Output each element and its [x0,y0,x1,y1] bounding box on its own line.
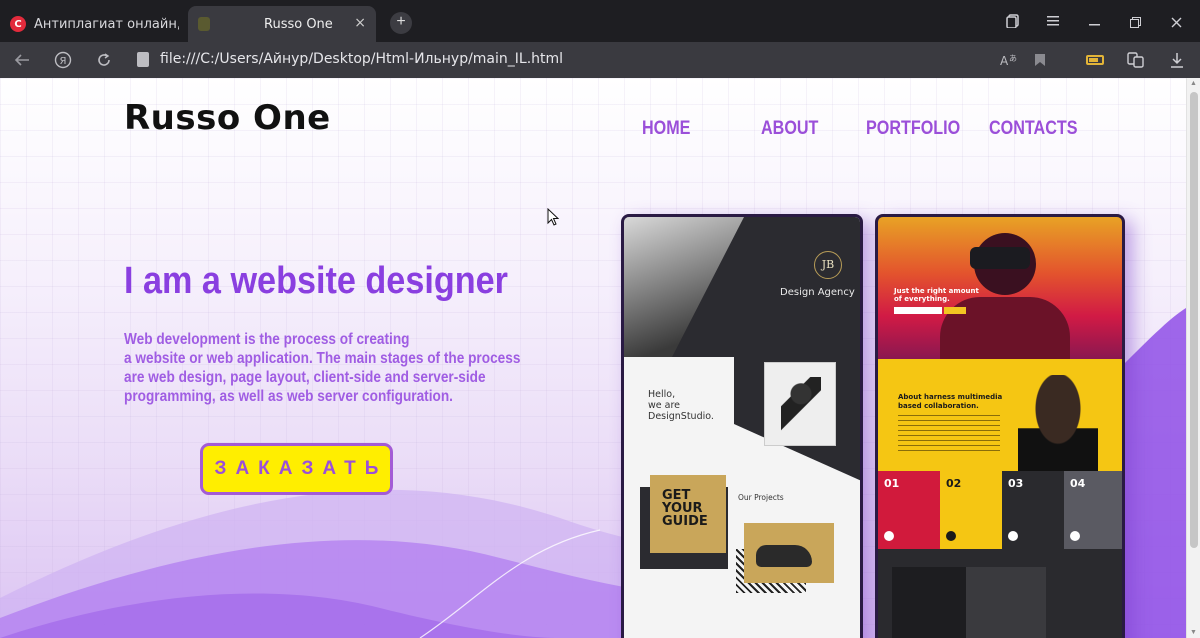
minimize-icon[interactable] [1089,24,1100,26]
back-arrow-icon[interactable] [14,53,30,67]
agency-logo-badge: JB [814,251,842,279]
man-portrait [1018,375,1098,471]
card2-body-text-lines [898,415,1000,451]
new-tab-button[interactable]: + [390,12,412,34]
reload-icon[interactable] [96,52,112,68]
page-viewport: Russo One HOME ABOUT PORTFOLIO CONTACTS … [0,78,1200,638]
tab-antiplagiat[interactable]: С Антиплагиат онлайн, про [0,6,187,42]
our-projects-label: Our Projects [738,493,784,502]
dancer-photo [764,362,836,446]
hero-title: I am a website designer [124,260,508,302]
menu-icon[interactable] [1047,16,1059,26]
feature-column: 04 [1064,471,1122,549]
svg-text:あ: あ [1009,54,1017,63]
feature-column: 03 [1002,471,1064,549]
address-bar: Я file:///C:/Users/Айнур/Desktop/Html-Ил… [0,42,1200,78]
portfolio-card-design-agency[interactable]: JB Design Agency Hello, we are DesignStu… [621,214,863,638]
mouse-cursor-icon [547,208,560,226]
guide-line: GUIDE [662,514,708,529]
site-logo[interactable]: Russo One [124,98,331,138]
battery-saver-icon[interactable] [1086,55,1104,65]
portfolio-card-multimedia[interactable]: Just the right amount of everything. Abo… [875,214,1125,638]
close-window-icon[interactable] [1171,17,1182,28]
hero-text-line: are web design, page layout, client-side… [124,369,486,386]
nav-portfolio[interactable]: PORTFOLIO [866,118,960,140]
agency-title: Design Agency [780,287,855,298]
card2-hero-line: of everything. [894,295,950,303]
scroll-down-icon[interactable]: ▼ [1190,629,1197,636]
hero-text-line: Web development is the process of creati… [124,331,410,348]
yandex-icon[interactable]: Я [54,51,72,69]
card2-submit-button [944,307,966,314]
card2-section-line: About harness multimedia [898,393,1003,401]
get-your-guide-block: GET YOUR GUIDE [650,475,726,553]
close-tab-icon[interactable]: × [354,15,366,31]
sneaker-image [744,523,834,583]
hello-line: Hello, [648,389,676,400]
scrollbar-thumb[interactable] [1190,92,1198,548]
svg-text:Я: Я [60,56,67,67]
hello-text: Hello, we are DesignStudio. [648,389,714,422]
url-field[interactable]: file:///C:/Users/Айнур/Desktop/Html-Ильн… [160,51,563,67]
hero-text-line: a website or web application. The main s… [124,350,521,367]
download-icon[interactable] [1170,52,1184,68]
hello-line: DesignStudio. [648,411,714,422]
file-icon [137,52,149,67]
card2-section-line: based collaboration. [898,402,979,410]
translate-icon[interactable]: A あ [1000,52,1018,68]
page-scrollbar[interactable]: ▲ ▼ [1186,78,1200,638]
feature-column: 02 [940,471,1002,549]
bookmark-icon[interactable] [1034,53,1046,67]
nav-home[interactable]: HOME [642,118,690,140]
nav-about[interactable]: ABOUT [761,118,818,140]
svg-text:A: A [1000,54,1009,68]
feature-column: 01 [878,471,940,549]
card2-email-input [894,307,942,314]
hello-line: we are [648,400,680,411]
vr-headset-icon [970,247,1030,269]
browser-tab-bar: С Антиплагиат онлайн, про Russo One × + [0,0,1200,42]
tab-russo-one[interactable]: Russo One × [188,6,376,42]
scroll-up-icon[interactable]: ▲ [1190,80,1197,87]
hero-description: Web development is the process of creati… [124,330,521,406]
hero-text-line: programming, as well as web server confi… [124,388,453,405]
extensions-icon[interactable] [1127,52,1145,68]
tab-title: Russo One [264,16,333,32]
card2-hero-text: Just the right amount of everything. [894,287,979,303]
page-favicon-icon [198,17,210,31]
card2-hero-line: Just the right amount [894,287,979,295]
card2-section-title: About harness multimedia based collabora… [898,393,1002,411]
nav-contacts[interactable]: CONTACTS [989,118,1078,140]
restore-icon[interactable] [1130,17,1141,28]
antiplagiat-favicon-icon: С [10,16,26,32]
business-cards-image [966,567,1046,638]
order-button[interactable]: ЗАКАЗАТЬ [200,443,393,495]
bookmarks-panel-icon[interactable] [1006,14,1020,28]
tab-title: Антиплагиат онлайн, про [34,16,179,32]
